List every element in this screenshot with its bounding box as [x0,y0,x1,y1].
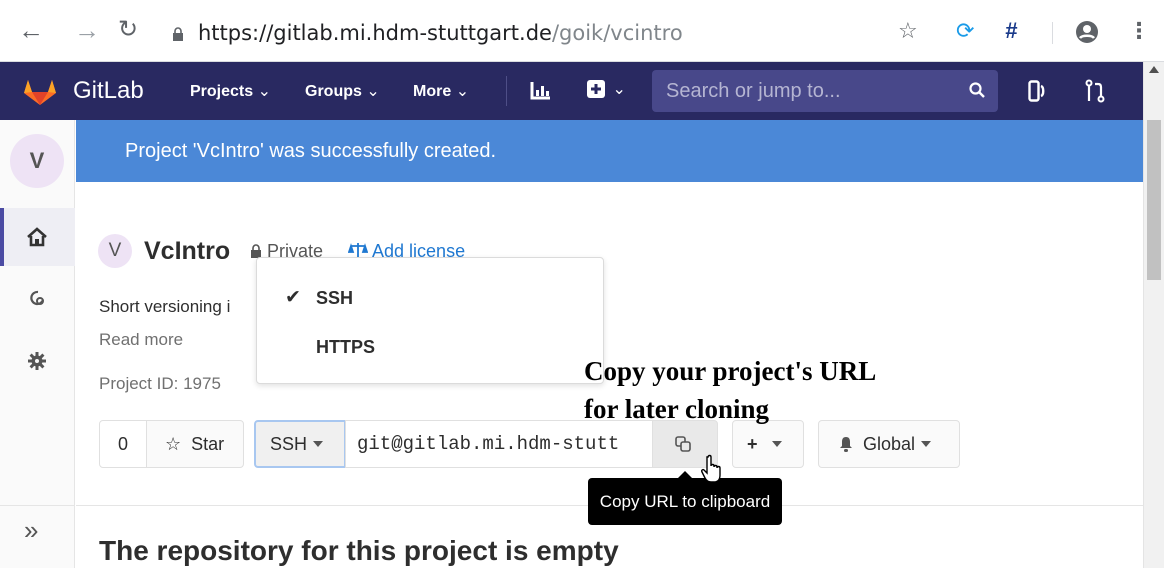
merge-request-icon[interactable] [1085,79,1105,103]
new-item-dropdown[interactable]: ⌄ [586,79,626,104]
back-icon[interactable]: ← [18,14,44,46]
sidebar-project-avatar[interactable]: V [10,134,64,188]
nav-more[interactable]: More ⌄ [413,82,469,102]
star-button[interactable]: ☆ Star [146,420,244,468]
chevron-down-icon: ⌄ [455,83,470,100]
bookmark-star-icon[interactable]: ☆ [898,16,918,46]
nav-projects[interactable]: Projects ⌄ [190,82,271,102]
flash-notice: Project 'VcIntro' was successfully creat… [76,120,1143,182]
dropdown-item-ssh[interactable]: ✔ SSH [257,278,603,318]
forward-icon[interactable]: → [74,14,100,46]
plus-square-icon [587,80,605,98]
hash-extension-icon[interactable]: # [1005,16,1017,46]
copy-url-tooltip: Copy URL to clipboard [588,471,782,525]
page-scrollbar[interactable] [1143,62,1164,568]
scale-icon [347,243,369,257]
hand-pointer-icon [701,454,721,483]
dropdown-item-label: HTTPS [316,337,376,357]
search-icon [969,82,985,98]
notification-label: Global [863,434,916,454]
nav-groups[interactable]: Groups ⌄ [305,82,380,102]
copy-icon [675,436,691,452]
caret-down-icon [921,441,932,447]
bell-icon [840,437,852,452]
caret-down-icon [771,441,782,447]
address-bar[interactable]: https://gitlab.mi.hdm-stuttgart.de/goik/… [172,18,683,48]
issues-icon[interactable] [1028,80,1046,102]
star-label: Star [191,434,225,454]
caret-down-icon [313,441,324,447]
clone-protocol-menu: ✔ SSH HTTPS [256,257,604,384]
star-count[interactable]: 0 [99,420,147,468]
browser-toolbar: ← → ↻ https://gitlab.mi.hdm-stuttgart.de… [0,0,1164,62]
rocket-gear-icon [30,290,45,306]
project-title: VcIntro [144,237,231,265]
chevron-down-icon: ⌄ [257,83,271,100]
search-input[interactable] [666,79,956,103]
clone-protocol-dropdown[interactable]: SSH [254,420,346,468]
sync-extension-icon[interactable]: ⟳ [956,16,974,46]
check-icon: ✔ [285,287,301,308]
project-sidebar: V » [0,120,75,568]
sidebar-item-overview[interactable] [0,208,75,266]
project-description: Short versioning i [99,297,231,316]
annotation-text: Copy your project's URL for later clonin… [584,352,876,428]
plus-icon: + [747,434,758,454]
toolbar-divider [1052,22,1053,44]
sidebar-item-ci-cd[interactable] [0,270,75,328]
clone-protocol-label: SSH [270,434,308,454]
sidebar-item-settings[interactable] [0,332,75,390]
gitlab-navbar: GitLab Projects ⌄ Groups ⌄ More ⌄ ⌄ [0,62,1143,120]
home-icon [27,227,47,247]
lock-icon [173,27,183,41]
chevron-down-icon: ⌄ [366,83,380,100]
nav-more-label: More [413,83,452,100]
read-more-link[interactable]: Read more [99,330,183,350]
gear-icon [28,352,46,370]
lock-icon [251,244,261,258]
url-host: https://gitlab.mi.hdm-stuttgart.de [198,21,552,45]
sidebar-divider [0,505,75,506]
dropdown-item-label: SSH [316,288,354,308]
star-icon: ☆ [165,434,182,454]
annotation-line-1: Copy your project's URL [584,356,877,386]
gitlab-brand[interactable]: GitLab [73,76,144,106]
search-box[interactable] [652,70,998,112]
activity-chart-icon[interactable] [530,80,552,100]
scroll-up-arrow[interactable] [1149,66,1159,73]
annotation-line-2: for later cloning [584,394,769,424]
profile-icon[interactable] [1075,20,1099,44]
url-path: /goik/vcintro [551,21,683,45]
chevron-down-icon: ⌄ [612,81,626,98]
project-avatar: V [98,234,132,268]
gitlab-logo-icon[interactable] [22,74,58,106]
nav-projects-label: Projects [190,83,254,100]
project-id: Project ID: 1975 [99,374,221,393]
dropdown-item-https[interactable]: HTTPS [257,327,603,367]
nav-separator [506,76,507,106]
collapse-sidebar-icon[interactable]: » [24,515,38,546]
menu-dots-icon[interactable]: ⋮ [1128,16,1150,46]
scroll-thumb[interactable] [1147,120,1161,280]
empty-repo-title: The repository for this project is empty [99,535,619,566]
nav-groups-label: Groups [305,83,362,100]
reload-icon[interactable]: ↻ [118,14,138,46]
